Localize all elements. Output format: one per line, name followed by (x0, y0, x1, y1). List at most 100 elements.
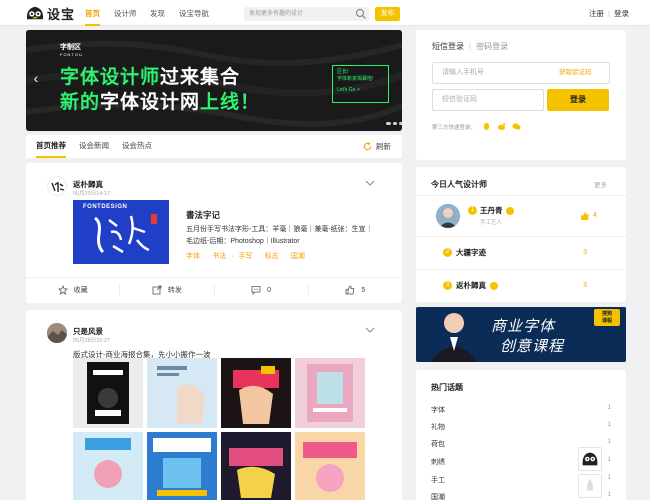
banner-headline-1-green: 字体设计师 (60, 67, 161, 88)
login-link[interactable]: 登录 (614, 9, 629, 18)
designer-subtitle: 手工艺人 (480, 220, 503, 226)
banner-headline-2-green-a: 新的 (60, 92, 101, 113)
post-actions: 收藏 转发 0 5 (26, 277, 402, 302)
avatar[interactable] (47, 176, 67, 196)
register-link[interactable]: 注册 (589, 9, 604, 18)
logo-text: 设宝 (47, 6, 76, 22)
gallery-image[interactable] (221, 358, 291, 428)
share-label: 转发 (167, 287, 182, 294)
login-button[interactable]: 登录 (547, 89, 609, 111)
nav-designer[interactable]: 设计师 (114, 0, 137, 26)
ad-line-2: 创意课程 (500, 338, 565, 355)
refresh-label: 刷新 (376, 141, 391, 151)
post-thumbnail[interactable]: FONTDESIGN (73, 200, 169, 264)
banner-callout-box: 区长! 字体新家揭幕啦! Let's Go > (332, 65, 389, 103)
tab-hot[interactable]: 设会热点 (122, 135, 152, 158)
topic-name[interactable]: 荷包 (431, 439, 445, 449)
star-icon (57, 285, 68, 295)
topic-count: 1 (607, 457, 611, 463)
sms-code-input[interactable]: 短信验证码 (432, 89, 544, 111)
designer-avatar[interactable] (436, 204, 460, 228)
chevron-down-icon[interactable] (365, 327, 375, 333)
hot-designers-card: 今日人气设计师 更多 1 王丹青 手工艺人 4 2 大疆字迹 3 3 返朴歸真 … (416, 167, 626, 302)
tab-news[interactable]: 设会新闻 (79, 135, 109, 158)
post-title[interactable]: 書法字记 (186, 209, 220, 221)
gallery-image[interactable] (295, 432, 365, 500)
banner-headline-1-white: 过来集合 (160, 67, 241, 88)
gallery-image[interactable] (147, 432, 217, 500)
hot-designers-title: 今日人气设计师 (431, 180, 487, 189)
banner-prev-arrow-icon[interactable]: ‹ (30, 68, 42, 88)
avatar[interactable] (47, 323, 67, 343)
search-icon[interactable] (355, 8, 367, 20)
get-code-button[interactable]: 获取验证码 (559, 62, 592, 84)
topic-name[interactable]: 字体 (431, 405, 445, 415)
topic-name[interactable]: 刺绣 (431, 457, 445, 467)
designer-name-line: 2 大疆字迹 (443, 247, 486, 258)
banner-cta-link[interactable]: Let's Go > (337, 87, 384, 94)
feed-tabs: 首页推荐 设会新闻 设会热点 刷新 (26, 135, 402, 158)
more-link[interactable]: 更多 (594, 179, 607, 189)
banner-callout-line2: 字体新家揭幕啦! (337, 76, 374, 82)
site-logo[interactable]: 设宝 (26, 4, 75, 22)
hero-banner[interactable]: 字制区 FONTOU 字体设计师过来集合 新的字体设计网上线！ 区长! 字体新家… (26, 30, 402, 131)
banner-headline-2-green-b: 上线！ (200, 92, 261, 113)
comment-button[interactable]: 0 (215, 283, 309, 297)
comment-count: 0 (267, 286, 272, 294)
nav-guide[interactable]: 设宝导航 (179, 0, 209, 26)
collect-button[interactable]: 收藏 (26, 283, 121, 297)
calligraphy-artwork (94, 214, 157, 254)
share-icon (152, 285, 162, 295)
tab-sms-login[interactable]: 短信登录 (432, 42, 464, 51)
chevron-down-icon[interactable] (365, 180, 375, 186)
third-party-login: 第三方快速登录： (432, 122, 521, 131)
topic-name[interactable]: 国潮 (431, 492, 445, 500)
publish-button[interactable]: 发布 (375, 7, 400, 21)
ad-badge-line2: 课程 (601, 318, 612, 324)
floating-mascot-button[interactable] (578, 447, 602, 471)
designer-row[interactable]: 1 王丹青 手工艺人 4 (416, 195, 626, 236)
designer-name[interactable]: 王丹青 (480, 205, 503, 216)
designer-name[interactable]: 大疆字迹 (456, 247, 486, 258)
banner-dot[interactable] (392, 121, 398, 125)
login-tabs: 短信登录 | 密码登录 (432, 41, 508, 52)
gallery-image[interactable] (73, 432, 143, 500)
like-button[interactable]: 5 (309, 284, 402, 297)
topic-item[interactable]: 字体 1 (431, 405, 611, 415)
refresh-button[interactable]: 刷新 (363, 135, 391, 158)
designer-row[interactable]: 3 返朴歸真 3 (416, 269, 626, 302)
gallery-image[interactable] (73, 358, 143, 428)
gallery-image[interactable] (221, 432, 291, 500)
qq-icon[interactable] (482, 122, 491, 131)
post-time: 05月28日15:27 (73, 338, 110, 344)
gallery-image[interactable] (295, 358, 365, 428)
mascot-icon (582, 452, 598, 466)
topic-name[interactable]: 礼物 (431, 422, 445, 432)
topic-item[interactable]: 礼物 1 (431, 422, 611, 432)
verified-icon (505, 206, 514, 215)
nav-discover[interactable]: 发现 (150, 0, 165, 26)
gallery-image[interactable] (147, 358, 217, 428)
tab-password-login[interactable]: 密码登录 (476, 42, 508, 51)
topic-name[interactable]: 手工 (431, 475, 445, 485)
designer-name[interactable]: 返朴歸真 (456, 280, 486, 291)
third-party-label: 第三方快速登录： (432, 124, 477, 131)
course-ad-banner[interactable]: 商业字体 创意课程 搜狗 课程 (416, 307, 626, 362)
comment-icon (251, 286, 261, 295)
post-tags[interactable]: 字体 · 书法 · 手写 · 标志 · 国潮 (186, 251, 305, 261)
ad-line-1: 商业字体 (491, 318, 556, 335)
tab-recommend[interactable]: 首页推荐 (36, 135, 66, 158)
search-input[interactable]: 发现更多有趣的设计 (244, 7, 369, 21)
verified-icon (490, 281, 498, 290)
designer-row[interactable]: 2 大疆字迹 3 (416, 236, 626, 269)
weibo-icon[interactable] (497, 122, 506, 131)
like-count: 5 (361, 286, 366, 294)
rank-badge: 2 (443, 248, 452, 257)
banner-dot[interactable] (399, 121, 402, 125)
wechat-icon[interactable] (512, 122, 521, 131)
designer-count: 3 (583, 282, 587, 289)
nav-home[interactable]: 首页 (85, 0, 100, 26)
share-button[interactable]: 转发 (120, 283, 215, 297)
banner-dot[interactable] (386, 121, 391, 125)
floating-back-to-top-button[interactable] (578, 474, 602, 498)
